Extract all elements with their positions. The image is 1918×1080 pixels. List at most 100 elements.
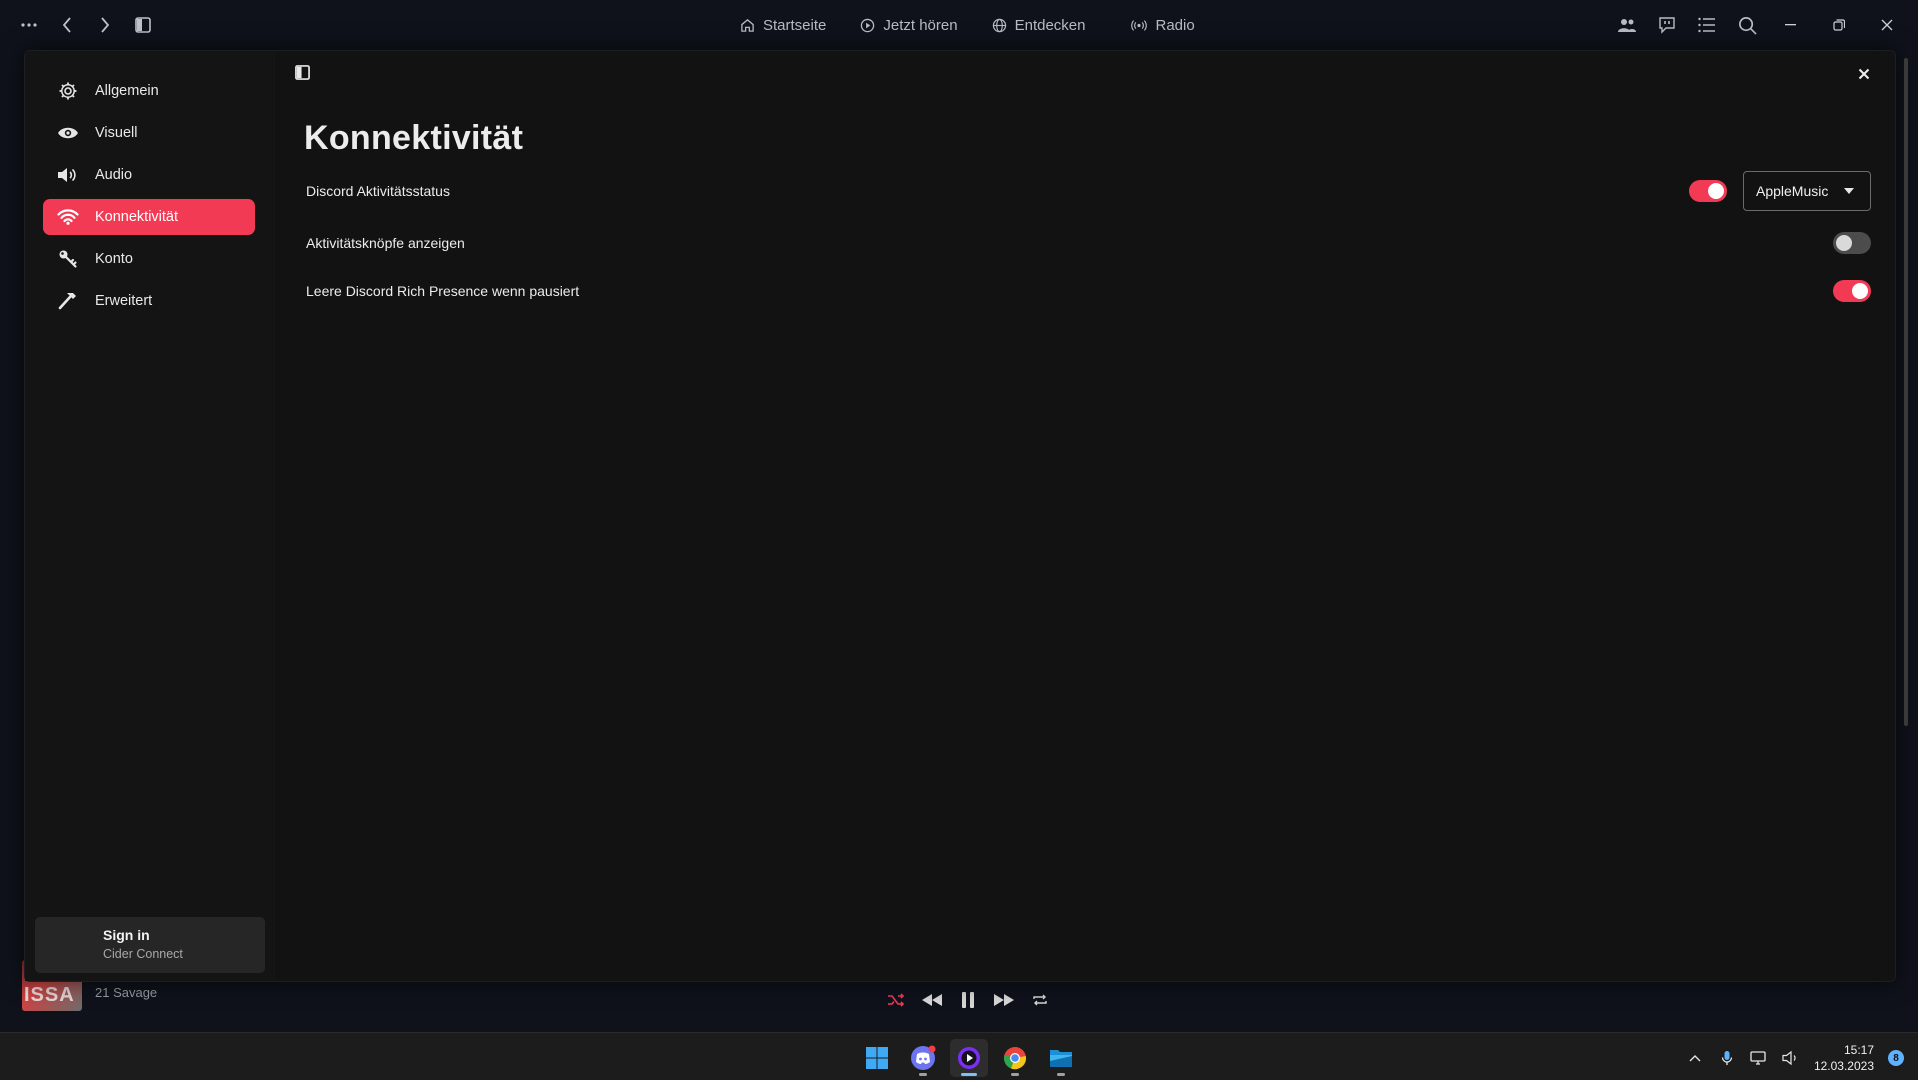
start-button[interactable] <box>858 1039 896 1077</box>
pause-icon[interactable] <box>957 988 979 1012</box>
settings-sidebar: Allgemein Visuell Audio Konnektivität Ko… <box>25 51 275 981</box>
friends-icon[interactable] <box>1614 12 1640 38</box>
home-icon <box>740 18 755 33</box>
toggle-knob <box>1708 183 1724 199</box>
nav-label: Jetzt hören <box>883 16 958 34</box>
title-bar: Startseite Jetzt hören Entdecken Radio <box>0 0 1918 50</box>
lyrics-icon[interactable] <box>1654 12 1680 38</box>
select-value: AppleMusic <box>1756 183 1829 199</box>
shuffle-icon[interactable] <box>885 988 907 1012</box>
gear-icon <box>57 80 79 102</box>
chevron-down-icon <box>1844 188 1854 194</box>
title-bar-right <box>1614 12 1904 38</box>
folder-icon <box>1049 1047 1073 1069</box>
toggle-knob <box>1836 235 1852 251</box>
sidebar-item-label: Konnektivität <box>95 209 179 225</box>
setting-label: Aktivitätsknöpfe anzeigen <box>306 235 465 251</box>
running-indicator <box>919 1073 927 1076</box>
sidebar-item-visuell[interactable]: Visuell <box>43 115 255 151</box>
sign-in-subtitle: Cider Connect <box>103 947 183 961</box>
chevron-up-icon[interactable] <box>1686 1049 1704 1067</box>
microphone-icon[interactable] <box>1718 1049 1736 1067</box>
sidebar-item-label: Allgemein <box>95 83 159 99</box>
speaker-icon <box>57 164 79 186</box>
sidebar-toggle-icon[interactable] <box>132 12 154 38</box>
running-indicator <box>1011 1073 1019 1076</box>
toggle-knob <box>1852 283 1868 299</box>
clock-date: 12.03.2023 <box>1813 1059 1874 1073</box>
chrome-app[interactable] <box>996 1039 1034 1077</box>
sidebar-item-konnektivitaet[interactable]: Konnektivität <box>43 199 255 235</box>
sidebar-item-label: Visuell <box>95 125 138 141</box>
nav-label: Startseite <box>763 16 827 34</box>
running-indicator <box>1057 1073 1065 1076</box>
sidebar-item-audio[interactable]: Audio <box>43 157 255 193</box>
setting-controls: AppleMusic <box>1689 171 1871 211</box>
clock[interactable]: 15:17 12.03.2023 <box>1814 1042 1874 1074</box>
restore-icon[interactable] <box>1822 12 1856 38</box>
nav-jetzt-hoeren[interactable]: Jetzt hören <box>860 12 958 38</box>
wifi-icon <box>57 206 79 228</box>
setting-label: Discord Aktivitätsstatus <box>306 183 450 199</box>
title-bar-left <box>18 12 154 38</box>
clear-on-pause-toggle[interactable] <box>1833 280 1871 302</box>
running-indicator <box>961 1073 977 1076</box>
nav-radio[interactable]: Radio <box>1131 12 1195 38</box>
main-navigation: Startseite Jetzt hören Entdecken Radio <box>740 12 1195 38</box>
sign-in-card[interactable]: Sign in Cider Connect <box>35 917 265 973</box>
network-icon[interactable] <box>1750 1049 1768 1067</box>
page-title: Konnektivität <box>304 119 524 157</box>
discord-status-toggle[interactable] <box>1689 180 1727 202</box>
discord-icon <box>910 1045 936 1071</box>
cider-app[interactable] <box>950 1039 988 1077</box>
window-close-icon[interactable] <box>1870 12 1904 38</box>
setting-controls <box>1833 271 1871 311</box>
fast-forward-icon[interactable] <box>993 988 1015 1012</box>
sidebar-item-allgemein[interactable]: Allgemein <box>43 73 255 109</box>
notification-badge[interactable]: 8 <box>1888 1050 1904 1066</box>
queue-icon[interactable] <box>1694 12 1720 38</box>
rewind-icon[interactable] <box>921 988 943 1012</box>
forward-icon[interactable] <box>94 12 116 38</box>
radio-icon <box>1131 18 1148 33</box>
nav-entdecken[interactable]: Entdecken <box>992 12 1086 38</box>
nav-label: Entdecken <box>1014 16 1086 34</box>
discord-client-select[interactable]: AppleMusic <box>1743 171 1871 211</box>
discord-app[interactable] <box>904 1039 942 1077</box>
setting-controls <box>1833 223 1871 263</box>
sidebar-item-erweitert[interactable]: Erweitert <box>43 283 255 319</box>
track-artist[interactable]: 21 Savage <box>95 985 157 1000</box>
sign-in-title: Sign in <box>103 927 150 943</box>
taskbar-apps <box>858 1039 1080 1077</box>
chrome-icon <box>1003 1046 1027 1070</box>
sidebar-item-label: Konto <box>95 251 133 267</box>
sidebar-item-label: Audio <box>95 167 133 183</box>
nav-label: Radio <box>1155 16 1195 34</box>
setting-row-discord-status: Discord Aktivitätsstatus AppleMusic <box>306 171 1871 211</box>
nav-startseite[interactable]: Startseite <box>740 12 826 38</box>
taskbar: 15:17 12.03.2023 8 <box>0 1032 1918 1080</box>
volume-icon[interactable] <box>1782 1049 1800 1067</box>
explorer-app[interactable] <box>1042 1039 1080 1077</box>
repeat-icon[interactable] <box>1029 988 1051 1012</box>
sidebar-item-label: Erweitert <box>95 293 153 309</box>
scrollbar[interactable] <box>1904 58 1908 726</box>
eye-icon <box>57 122 79 144</box>
setting-label: Leere Discord Rich Presence wenn pausier… <box>306 283 580 299</box>
settings-modal: Allgemein Visuell Audio Konnektivität Ko… <box>24 50 1896 982</box>
setting-row-activity-buttons: Aktivitätsknöpfe anzeigen <box>306 223 1871 263</box>
play-circle-icon <box>860 18 875 33</box>
search-icon[interactable] <box>1734 12 1760 38</box>
more-icon[interactable] <box>18 12 40 38</box>
key-icon <box>57 248 79 270</box>
minimize-icon[interactable] <box>1774 12 1808 38</box>
sidebar-item-konto[interactable]: Konto <box>43 241 255 277</box>
playback-controls <box>885 988 1051 1012</box>
back-icon[interactable] <box>56 12 78 38</box>
panel-toggle-icon[interactable] <box>295 65 313 83</box>
globe-icon <box>992 18 1007 33</box>
clock-time: 15:17 <box>1843 1043 1874 1057</box>
close-icon[interactable] <box>1853 63 1875 85</box>
activity-buttons-toggle[interactable] <box>1833 232 1871 254</box>
album-art-text: ISSA <box>24 984 75 1006</box>
